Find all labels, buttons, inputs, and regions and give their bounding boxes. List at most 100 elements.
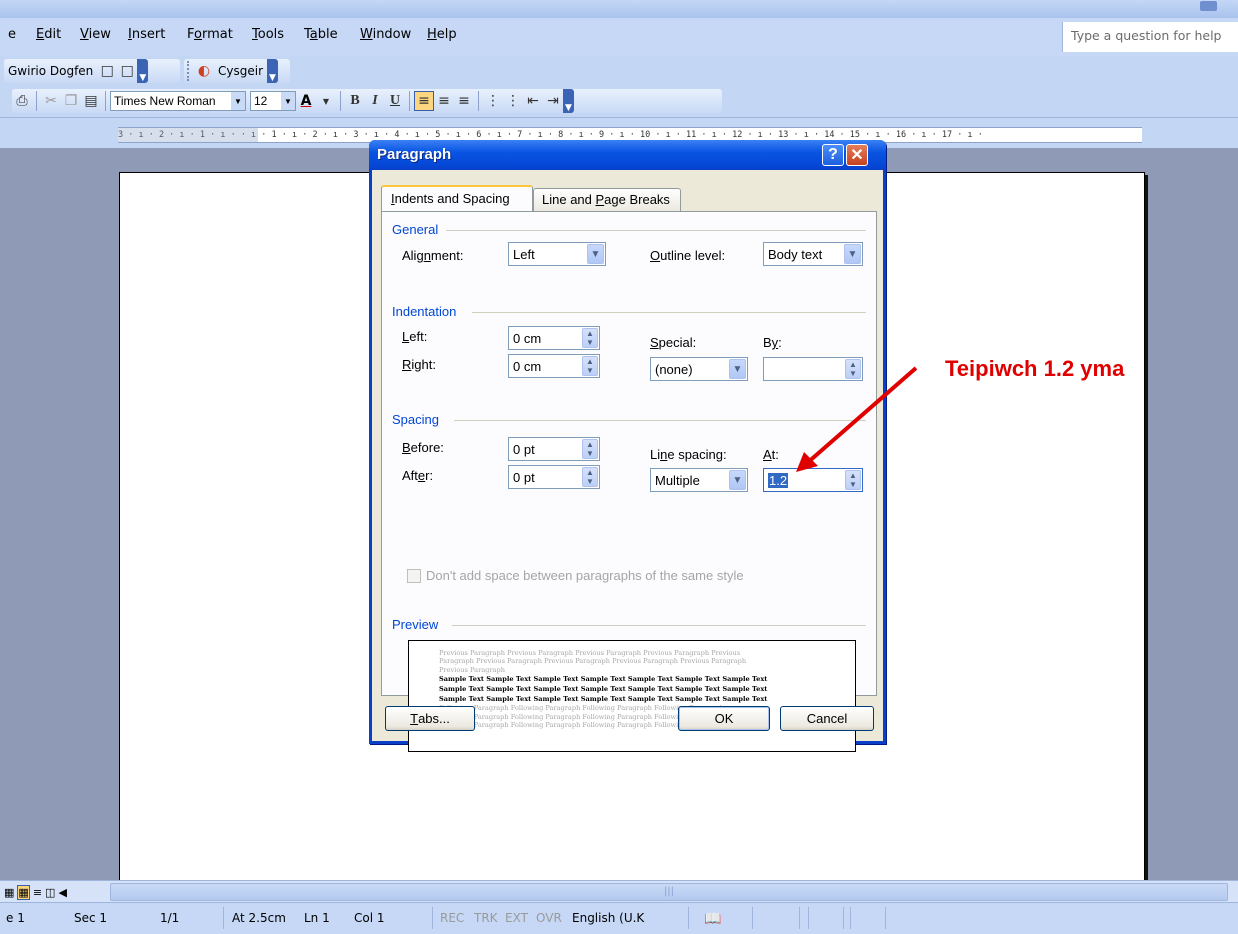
annotation-label: Teipiwch 1.2 yma xyxy=(945,356,1125,381)
underline-button[interactable]: U xyxy=(385,91,405,111)
toolbar-options-chevron[interactable]: ▼ xyxy=(137,59,149,83)
outline-level-select[interactable]: Body text ▼ xyxy=(763,242,863,266)
cysgeir-button[interactable]: Cysgeir xyxy=(214,64,267,78)
dogfen-icon-2[interactable]: □ xyxy=(117,61,137,81)
font-color-icon[interactable]: A xyxy=(296,91,316,111)
ask-question-box[interactable]: Type a question for help xyxy=(1062,22,1238,52)
dont-add-space-checkbox[interactable] xyxy=(407,569,421,583)
special-select[interactable]: (none) ▼ xyxy=(650,357,748,381)
menu-file[interactable]: e xyxy=(8,27,16,42)
toolbar-options-chevron[interactable]: ▼ xyxy=(563,89,574,113)
italic-button[interactable]: I xyxy=(365,91,385,111)
toolbar-options-chevron[interactable]: ▼ xyxy=(267,59,278,83)
outline-level-label: Outline level: xyxy=(650,248,726,263)
spinner-arrows-icon[interactable]: ▲ ▼ xyxy=(582,439,598,459)
bold-button[interactable]: B xyxy=(345,91,365,111)
align-right-icon[interactable]: ≡ xyxy=(454,91,474,111)
status-ext[interactable]: EXT xyxy=(505,911,528,925)
special-value: (none) xyxy=(655,362,693,377)
cut-icon[interactable]: ✂ xyxy=(41,91,61,111)
preview-sample-line: Sample Text Sample Text Sample Text Samp… xyxy=(439,685,768,694)
chevron-down-icon[interactable]: ▼ xyxy=(587,244,604,264)
alignment-select[interactable]: Left ▼ xyxy=(508,242,606,266)
left-indent-label: Left: xyxy=(402,329,428,344)
status-trk[interactable]: TRK xyxy=(474,911,498,925)
right-indent-spinner[interactable]: 0 cm ▲ ▼ xyxy=(508,354,600,378)
status-empty-box xyxy=(752,907,800,929)
left-indent-spinner[interactable]: 0 cm ▲ ▼ xyxy=(508,326,600,350)
indentation-heading: Indentation xyxy=(392,304,457,319)
menu-format[interactable]: Format xyxy=(187,27,233,42)
font-name-value: Times New Roman xyxy=(114,94,216,108)
toolbar-grip[interactable] xyxy=(187,61,191,81)
spacing-after-spinner[interactable]: 0 pt ▲ ▼ xyxy=(508,465,600,489)
close-icon[interactable]: ✕ xyxy=(846,144,868,166)
chevron-down-icon[interactable]: ▼ xyxy=(281,92,295,110)
divider xyxy=(452,625,866,626)
reading-view-icon[interactable]: ◫ xyxy=(45,886,55,899)
spacing-after-label: After: xyxy=(402,468,434,483)
chevron-down-icon[interactable]: ▼ xyxy=(729,359,746,379)
cancel-button[interactable]: Cancel xyxy=(780,706,874,731)
bullets-icon[interactable]: ⋮ xyxy=(503,91,523,111)
dialog-title-bar[interactable]: Paragraph ? ✕ xyxy=(369,140,886,170)
dogfen-icon-1[interactable]: □ xyxy=(97,61,117,81)
gwirio-dogfen-button[interactable]: Gwirio Dogfen xyxy=(4,64,97,78)
horizontal-scrollbar[interactable]: ||| xyxy=(110,883,1228,901)
menu-help[interactable]: Help xyxy=(427,27,457,42)
status-rec[interactable]: REC xyxy=(440,911,464,925)
decrease-indent-icon[interactable]: ⇤ xyxy=(523,91,543,111)
status-line: Ln 1 xyxy=(304,911,330,925)
spacing-after-value: 0 pt xyxy=(513,470,535,485)
status-column: Col 1 xyxy=(354,911,385,925)
tabs-button[interactable]: Tabs... xyxy=(385,706,475,731)
menu-window[interactable]: Window xyxy=(360,27,411,42)
spacing-before-spinner[interactable]: 0 pt ▲ ▼ xyxy=(508,437,600,461)
preview-heading: Preview xyxy=(392,617,439,632)
dialog-title: Paragraph xyxy=(377,146,452,163)
align-left-icon[interactable]: ≡ xyxy=(414,91,434,111)
status-ovr[interactable]: OVR xyxy=(536,911,562,925)
chevron-down-icon[interactable]: ▼ xyxy=(844,244,861,264)
spinner-arrows-icon[interactable]: ▲ ▼ xyxy=(582,328,598,348)
print-icon[interactable]: ⎙ xyxy=(12,91,32,111)
spinner-arrows-icon[interactable]: ▲ ▼ xyxy=(582,356,598,376)
print-layout-view-icon[interactable]: ▦ xyxy=(17,884,30,900)
increase-indent-icon[interactable]: ⇥ xyxy=(543,91,563,111)
toolbar-separator xyxy=(478,91,479,111)
menu-table[interactable]: Table xyxy=(304,27,338,42)
left-indent-value: 0 cm xyxy=(513,331,542,346)
ok-button[interactable]: OK xyxy=(678,706,770,731)
spacing-before-label: Before: xyxy=(402,440,444,455)
scroll-left-icon[interactable]: ◀ xyxy=(58,886,66,899)
help-icon[interactable]: ? xyxy=(822,144,844,166)
status-bar: e 1 Sec 1 1/1 At 2.5cm Ln 1 Col 1 REC TR… xyxy=(0,902,1238,934)
window-controls[interactable] xyxy=(1198,0,1238,12)
menu-view[interactable]: View xyxy=(80,27,111,42)
at-value[interactable]: 1.2 xyxy=(768,473,789,488)
paste-icon[interactable]: ▤ xyxy=(81,91,101,111)
normal-view-icon[interactable]: ▦ xyxy=(4,886,14,899)
tab-line-and-page-breaks[interactable]: Line and Page Breaks xyxy=(533,188,681,211)
font-name-combo[interactable]: Times New Roman ▼ xyxy=(110,91,246,111)
menu-insert[interactable]: Insert xyxy=(128,27,165,42)
chevron-down-icon[interactable]: ▼ xyxy=(231,92,245,110)
outline-view-icon[interactable]: ≡ xyxy=(33,886,42,899)
copy-icon[interactable]: ❐ xyxy=(61,91,81,111)
align-center-icon[interactable]: ≡ xyxy=(434,91,454,111)
tab-indents-and-spacing[interactable]: Indents and Spacing xyxy=(381,185,533,211)
line-spacing-select[interactable]: Multiple ▼ xyxy=(650,468,748,492)
dont-add-space-label: Don't add space between paragraphs of th… xyxy=(426,568,744,583)
font-size-combo[interactable]: 12 ▼ xyxy=(250,91,296,111)
spinner-arrows-icon[interactable]: ▲ ▼ xyxy=(582,467,598,487)
numbering-icon[interactable]: ⋮ xyxy=(483,91,503,111)
menu-tools[interactable]: Tools xyxy=(252,27,284,42)
menu-edit[interactable]: Edit xyxy=(36,27,61,42)
spelling-status-icon[interactable]: 📖 xyxy=(704,911,721,927)
status-language[interactable]: English (U.K xyxy=(572,911,644,925)
preview-sample-line: Sample Text Sample Text Sample Text Samp… xyxy=(439,695,768,704)
chevron-down-icon[interactable]: ▼ xyxy=(729,470,746,490)
status-empty-box xyxy=(850,907,886,929)
chevron-down-icon[interactable]: ▼ xyxy=(316,91,336,111)
cysgeir-toolbar: ◐ Cysgeir ▼ xyxy=(184,59,290,83)
